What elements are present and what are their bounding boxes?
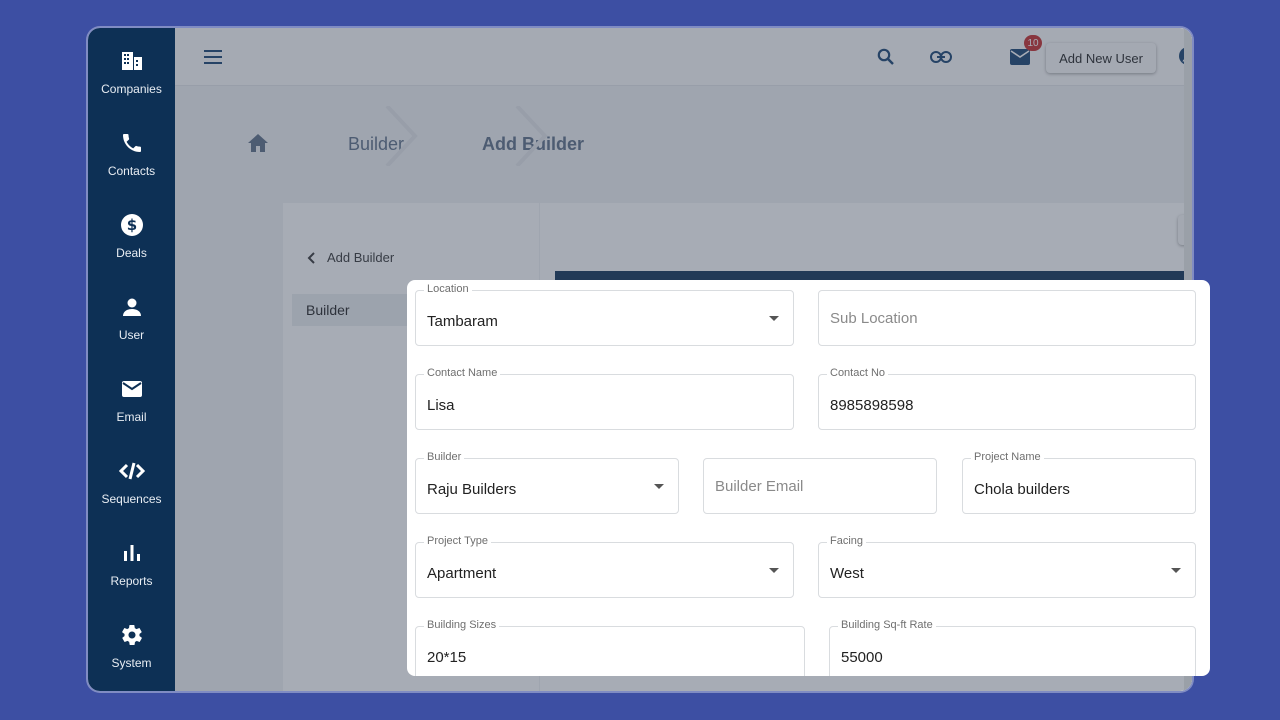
field-label: Location	[424, 283, 472, 295]
dollar-icon: $	[119, 212, 145, 238]
location-select[interactable]: Location Tambaram	[415, 283, 794, 346]
sidebar-item-contacts[interactable]: Contacts	[88, 130, 175, 200]
building-icon	[119, 48, 145, 74]
field-label: Building Sq-ft Rate	[838, 619, 936, 631]
field-value: Chola builders	[974, 481, 1070, 498]
person-icon	[119, 294, 145, 320]
contact-name-input[interactable]: Contact Name Lisa	[415, 367, 794, 430]
sidebar-item-system[interactable]: System	[88, 622, 175, 691]
field-label: Facing	[827, 535, 867, 547]
sidebar-item-user[interactable]: User	[88, 294, 175, 364]
field-value: 55000	[841, 649, 883, 666]
sidebar-item-label: Sequences	[101, 492, 162, 506]
building-sqft-rate-input[interactable]: Building Sq-ft Rate 55000	[829, 619, 1196, 676]
caret-down-icon	[654, 484, 664, 489]
sidebar-item-label: Contacts	[107, 164, 156, 178]
svg-text:$: $	[126, 216, 136, 234]
field-value: West	[830, 565, 864, 582]
field-label: Project Type	[424, 535, 491, 547]
field-value: Raju Builders	[427, 481, 517, 498]
sidebar: Companies Contacts $ Deals User Email Se…	[88, 28, 175, 691]
builder-email-input[interactable]: Builder Email	[703, 458, 937, 514]
field-label: Building Sizes	[424, 619, 500, 631]
field-label: Project Name	[971, 451, 1044, 463]
project-type-select[interactable]: Project Type Apartment	[415, 535, 794, 598]
field-label: Contact No	[827, 367, 889, 379]
sidebar-item-label: System	[111, 656, 152, 670]
field-value: Apartment	[427, 565, 497, 582]
project-name-input[interactable]: Project Name Chola builders	[962, 451, 1196, 514]
field-placeholder: Builder Email	[715, 478, 804, 495]
builder-select[interactable]: Builder Raju Builders	[415, 451, 679, 514]
field-label: Builder	[424, 451, 465, 463]
caret-down-icon	[769, 316, 779, 321]
facing-select[interactable]: Facing West	[818, 535, 1196, 598]
mail-icon	[119, 376, 145, 402]
sidebar-item-label: Email	[116, 410, 147, 424]
phone-icon	[119, 130, 145, 156]
sidebar-item-label: User	[118, 328, 145, 342]
field-placeholder: Sub Location	[830, 310, 918, 327]
field-label: Contact Name	[424, 367, 501, 379]
building-sizes-input[interactable]: Building Sizes 20*15	[415, 619, 805, 676]
sidebar-item-label: Companies	[101, 82, 162, 96]
caret-down-icon	[1171, 568, 1181, 573]
gear-icon	[119, 622, 145, 648]
field-value: 8985898598	[830, 397, 914, 414]
sidebar-item-label: Deals	[116, 246, 147, 260]
sidebar-item-deals[interactable]: $ Deals	[88, 212, 175, 282]
builder-form: Location Tambaram Sub Location Contact N…	[407, 280, 1210, 676]
sidebar-item-email[interactable]: Email	[88, 376, 175, 446]
contact-no-input[interactable]: Contact No 8985898598	[818, 367, 1196, 430]
field-value: Tambaram	[427, 313, 498, 330]
field-value: 20*15	[427, 649, 467, 666]
code-icon	[118, 458, 145, 484]
sidebar-item-sequences[interactable]: Sequences	[88, 458, 175, 528]
bar-chart-icon	[119, 540, 145, 566]
sidebar-item-label: Reports	[110, 574, 153, 588]
sidebar-item-companies[interactable]: Companies	[88, 48, 175, 118]
sub-location-input[interactable]: Sub Location	[818, 290, 1196, 346]
caret-down-icon	[769, 568, 779, 573]
field-value: Lisa	[427, 397, 455, 414]
sidebar-item-reports[interactable]: Reports	[88, 540, 175, 610]
